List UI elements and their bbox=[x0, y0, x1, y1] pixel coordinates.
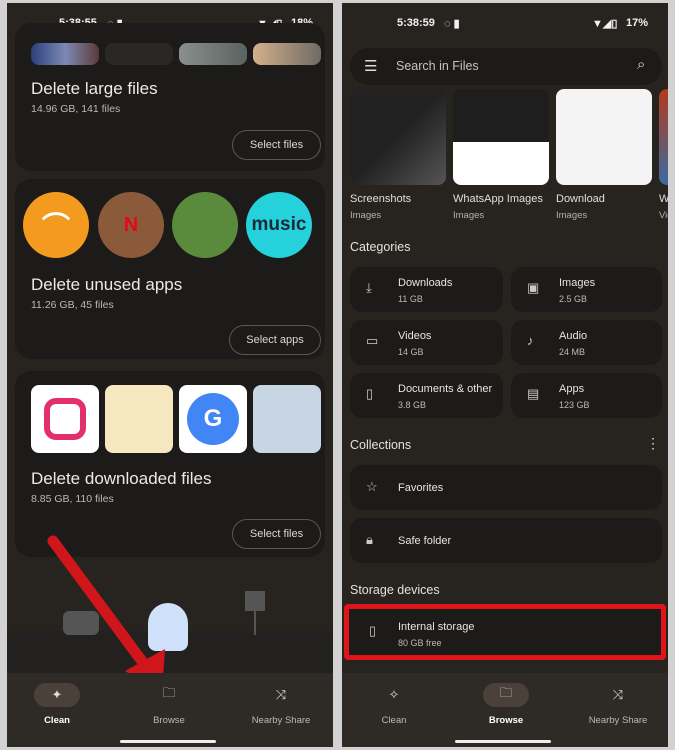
home-indicator[interactable] bbox=[455, 740, 551, 743]
folder-type: Images bbox=[453, 210, 485, 221]
folder-type: Vid bbox=[659, 210, 668, 221]
internal-storage-item[interactable]: ▯ Internal storage 80 GB free bbox=[344, 604, 666, 660]
folder-name[interactable]: Download bbox=[556, 193, 605, 205]
category-documents[interactable]: ▯ Documents & other 3.8 GB bbox=[350, 373, 503, 418]
bottom-navigation: ✧ Clean 🗀 Browse ⤨ Nearby Share bbox=[342, 673, 668, 747]
image-icon: ▣ bbox=[527, 280, 540, 295]
nav-browse[interactable]: 🗀 Browse bbox=[456, 683, 556, 726]
bottom-navigation: ✦ Clean 🗀 Browse ⤨ Nearby Share bbox=[7, 673, 333, 747]
folder-search-icon: 🗀 bbox=[162, 685, 176, 700]
folder-type: Images bbox=[556, 210, 588, 221]
folder-thumbnail-whatsapp[interactable] bbox=[453, 89, 549, 185]
category-downloads[interactable]: ⤓ Downloads 11 GB bbox=[350, 267, 503, 312]
search-bar[interactable]: ☰ Search in Files ⌕ bbox=[350, 48, 662, 85]
red-arrow-annotation bbox=[47, 535, 165, 693]
folder-thumbnail-download[interactable] bbox=[556, 89, 652, 185]
categories-heading: Categories bbox=[350, 240, 411, 254]
category-audio[interactable]: ♪ Audio 24 MB bbox=[511, 320, 662, 365]
search-input[interactable]: Search in Files bbox=[396, 59, 479, 73]
nearby-share-icon: ⤨ bbox=[275, 687, 287, 702]
sparkle-icon: ✧ bbox=[388, 687, 400, 702]
lock-icon: 🔒︎ bbox=[366, 532, 373, 547]
nav-browse[interactable]: 🗀 Browse bbox=[119, 683, 219, 726]
folder-thumbnail-screenshots[interactable] bbox=[350, 89, 446, 185]
sparkle-icon: ✦ bbox=[34, 683, 80, 707]
nav-nearby-share[interactable]: ⤨ Nearby Share bbox=[568, 683, 668, 726]
category-apps[interactable]: ▤ Apps 123 GB bbox=[511, 373, 662, 418]
video-icon: ▭ bbox=[366, 333, 379, 348]
nearby-share-icon: ⤨ bbox=[612, 687, 624, 702]
nav-nearby-share[interactable]: ⤨ Nearby Share bbox=[231, 683, 331, 726]
whatsapp-icon: ◌ ▮ bbox=[444, 18, 460, 30]
collections-heading: Collections bbox=[350, 438, 412, 452]
document-icon: ▯ bbox=[366, 386, 374, 401]
download-icon: ⤓ bbox=[366, 280, 372, 295]
collection-safe-folder[interactable]: 🔒︎ Safe folder bbox=[350, 518, 662, 563]
nav-clean[interactable]: ✦ Clean bbox=[7, 683, 107, 726]
clean-screen: 5:38:55 ◌ ▮ ▼◢▯ 18% Delete large files 1… bbox=[7, 3, 333, 747]
more-options-icon[interactable]: ⋮ bbox=[646, 435, 660, 452]
android-icon: ▤ bbox=[527, 386, 540, 401]
folder-thumbnail-more[interactable] bbox=[659, 89, 668, 185]
folder-name[interactable]: Wh bbox=[659, 193, 668, 205]
category-videos[interactable]: ▭ Videos 14 GB bbox=[350, 320, 503, 365]
storage-devices-heading: Storage devices bbox=[350, 583, 440, 597]
folder-name[interactable]: Screenshots bbox=[350, 193, 411, 205]
phone-icon: ▯ bbox=[369, 623, 377, 638]
music-note-icon: ♪ bbox=[527, 333, 534, 348]
folder-name[interactable]: WhatsApp Images bbox=[453, 193, 543, 205]
battery-level: 17% bbox=[626, 17, 649, 29]
collection-favorites[interactable]: ☆ Favorites bbox=[350, 465, 662, 510]
browse-screen: 5:38:59 ◌ ▮ ▼◢▯ 17% ☰ Search in Files ⌕ … bbox=[342, 3, 668, 747]
search-icon[interactable]: ⌕ bbox=[637, 56, 645, 73]
folder-type: Images bbox=[350, 210, 382, 221]
folder-search-icon: 🗀 bbox=[483, 683, 529, 707]
status-time: 5:38:59 bbox=[397, 17, 435, 29]
home-indicator[interactable] bbox=[120, 740, 216, 743]
star-icon: ☆ bbox=[366, 479, 378, 494]
wifi-signal-battery-icon: ▼◢▯ bbox=[592, 18, 618, 30]
nav-clean[interactable]: ✧ Clean bbox=[344, 683, 444, 726]
menu-icon[interactable]: ☰ bbox=[364, 57, 377, 75]
category-images[interactable]: ▣ Images 2.5 GB bbox=[511, 267, 662, 312]
